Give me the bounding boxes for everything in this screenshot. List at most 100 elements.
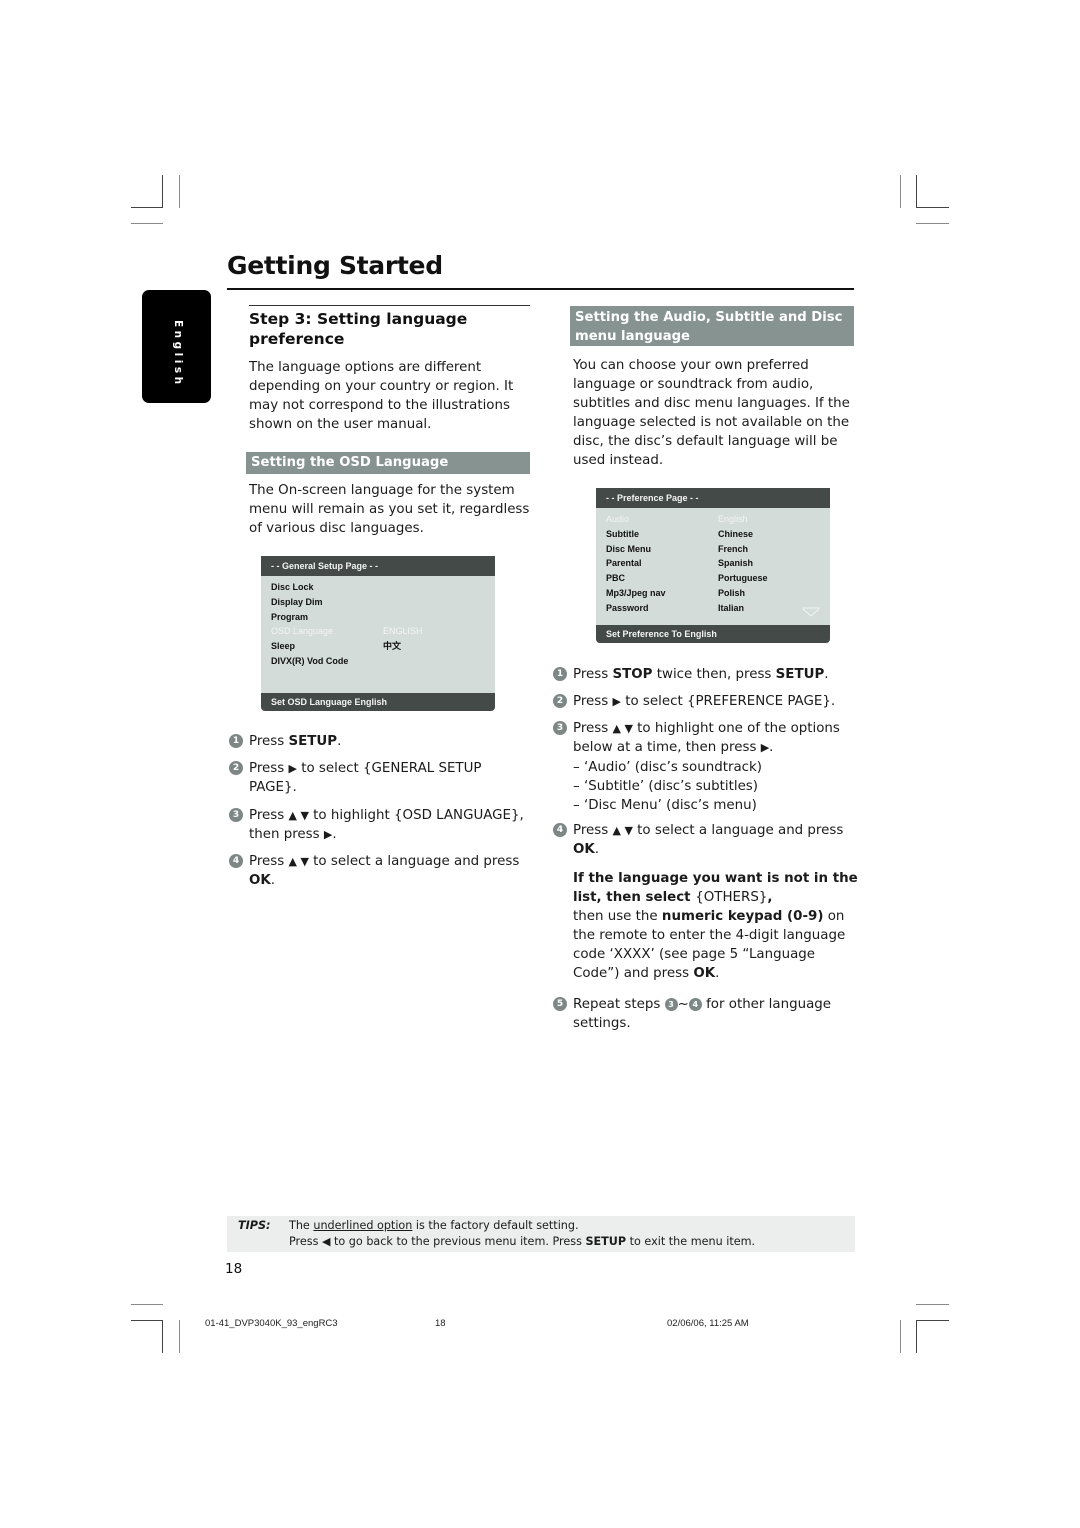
footer-file: 01-41_DVP3040K_93_engRC3: [205, 1318, 338, 1329]
crop-mark: [916, 1304, 949, 1305]
sub-option-disc-menu: – ‘Disc Menu’ (disc’s menu): [573, 798, 757, 813]
note-end: .: [715, 966, 720, 981]
crop-mark: [131, 1304, 163, 1305]
step-bullet-4: 4: [553, 823, 567, 837]
step-bullet-2: 2: [229, 761, 243, 775]
tips-line-2: Press ◀ to go back to the previous menu …: [289, 1234, 755, 1250]
note-ok: OK: [693, 966, 716, 981]
audio-description: You can choose your own preferred langua…: [573, 358, 850, 468]
step-text: Press: [249, 761, 289, 776]
general-setup-menu: - - General Setup Page - - Disc Lock Disp…: [261, 556, 495, 711]
step-bullet-1: 1: [229, 734, 243, 748]
menu-item-label[interactable]: Parental: [606, 556, 642, 570]
step-text: to select {PREFERENCE PAGE}.: [620, 694, 836, 709]
sub-option-subtitle: – ‘Subtitle’ (disc’s subtitles): [573, 779, 759, 794]
step-text: Repeat steps: [573, 997, 665, 1012]
tips-setup: SETUP: [585, 1235, 627, 1248]
step-bullet-4: 4: [229, 854, 243, 868]
menu-item-label[interactable]: Disc Lock: [271, 580, 314, 594]
title-rule: [227, 288, 854, 290]
menu-item-value[interactable]: Polish: [718, 586, 745, 600]
crop-mark: [916, 207, 949, 208]
step-ref-bullet: 3: [664, 998, 678, 1011]
menu-item-label[interactable]: Subtitle: [606, 527, 639, 541]
language-tab: English: [142, 290, 211, 403]
menu-item-value[interactable]: ENGLISH: [383, 624, 423, 638]
step-keyword: OK: [249, 873, 271, 888]
step-text: Press: [249, 734, 289, 749]
step-rule: [249, 305, 530, 306]
step-text: .: [769, 740, 774, 755]
intro-text: The language options are different depen…: [249, 360, 514, 432]
menu-item-label[interactable]: Program: [271, 610, 308, 624]
crop-mark: [162, 1320, 163, 1353]
tips-text: Press: [289, 1235, 322, 1248]
menu-item-value[interactable]: English: [718, 512, 748, 526]
menu-item-value[interactable]: 中文: [383, 639, 401, 653]
menu-item-label[interactable]: Display Dim: [271, 595, 323, 609]
step-keyword: SETUP: [288, 734, 338, 749]
menu-item-label[interactable]: Audio: [606, 512, 629, 526]
menu-header: - - General Setup Page - -: [261, 556, 495, 576]
up-down-icon: ▲ ▼: [612, 824, 633, 837]
menu-footer: Set Preference To English: [596, 625, 830, 643]
step-text: .: [270, 873, 276, 888]
crop-mark: [900, 175, 901, 208]
step-title: Step 3: Setting language preference: [249, 310, 468, 348]
language-tab-label: English: [172, 320, 184, 388]
step-bullet-1: 1: [553, 667, 567, 681]
page-number: 18: [225, 1261, 243, 1277]
tips-text: to go back to the previous menu item. Pr…: [330, 1235, 586, 1248]
osd-description: The On-screen language for the system me…: [249, 483, 530, 536]
step-keyword: SETUP: [775, 667, 825, 682]
menu-item-label[interactable]: OSD Language: [271, 624, 333, 638]
scroll-down-icon: [802, 607, 820, 617]
note-text: then use the: [573, 909, 662, 924]
note-keypad: numeric keypad (0-9): [661, 909, 824, 924]
crop-mark: [131, 1320, 163, 1321]
menu-item-label[interactable]: DIVX(R) Vod Code: [271, 654, 348, 668]
tips-box: TIPS: The underlined option is the facto…: [227, 1216, 855, 1252]
menu-header: - - Preference Page - -: [596, 488, 830, 508]
step-text: .: [594, 842, 600, 857]
crop-mark: [162, 175, 163, 208]
up-down-icon: ▲ ▼: [288, 809, 309, 822]
step-text: .: [337, 734, 342, 749]
menu-item-label[interactable]: Password: [606, 601, 649, 615]
menu-item-value[interactable]: Italian: [718, 601, 744, 615]
step-5: Repeat steps 3 ~4 for other language sett…: [573, 995, 858, 1033]
preference-menu: - - Preference Page - - Audio English Subt…: [596, 488, 830, 643]
step-2: Press ▶ to select {GENERAL SETUP PAGE}.: [249, 759, 529, 797]
step-bullet-5: 5: [553, 997, 567, 1011]
step-text: Press: [573, 667, 613, 682]
menu-item-value[interactable]: Chinese: [718, 527, 753, 541]
step-1: Press STOP twice then, press SETUP.: [573, 665, 863, 684]
tips-text: is the factory default setting.: [412, 1219, 579, 1232]
crop-mark: [916, 223, 949, 224]
step-text: .: [332, 827, 337, 842]
crop-mark: [131, 207, 163, 208]
tips-text: The: [289, 1219, 314, 1232]
sub-options: – ‘Audio’ (disc’s soundtrack) – ‘Subtitl…: [573, 758, 858, 815]
step-text: .: [824, 667, 829, 682]
menu-item-label[interactable]: Mp3/Jpeg nav: [606, 586, 666, 600]
menu-item-label[interactable]: Disc Menu: [606, 542, 651, 556]
step-bullet-3: 3: [553, 721, 567, 735]
step-4: Press ▲ ▼ to select a language and press…: [573, 821, 863, 859]
menu-item-value[interactable]: Spanish: [718, 556, 753, 570]
crop-mark: [916, 175, 917, 208]
step-text: Press: [573, 694, 613, 709]
menu-item-value[interactable]: Portuguese: [718, 571, 768, 585]
other-language-note: If the language you want is not in the l…: [573, 869, 863, 983]
up-down-icon: ▲ ▼: [288, 855, 309, 868]
menu-item-label[interactable]: Sleep: [271, 639, 295, 653]
step-keyword: OK: [573, 842, 595, 857]
menu-footer: Set OSD Language English: [261, 693, 495, 711]
menu-item-value[interactable]: French: [718, 542, 748, 556]
tips-text: to exit the menu item.: [626, 1235, 756, 1248]
step-text: Press: [249, 854, 289, 869]
step-text: to select a language and press: [632, 823, 844, 838]
step-3: Press ▲ ▼ to highlight one of the option…: [573, 719, 863, 757]
step-4: Press ▲ ▼ to select a language and press…: [249, 852, 529, 890]
menu-item-label[interactable]: PBC: [606, 571, 625, 585]
